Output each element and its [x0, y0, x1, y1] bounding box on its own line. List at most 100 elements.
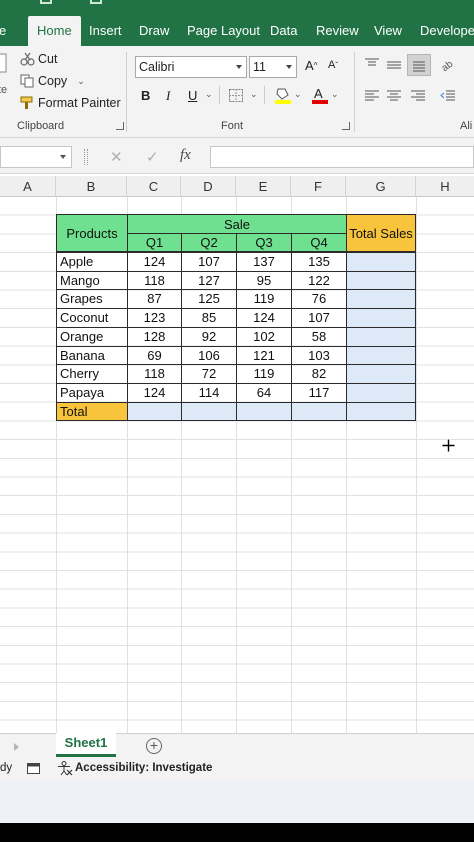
copy-button[interactable]: Copy ⌄	[20, 74, 85, 88]
column-header-c[interactable]: C	[127, 176, 181, 197]
chevron-down-icon[interactable]: ⌄	[294, 89, 302, 100]
quarter-header-cell[interactable]: Q3	[236, 233, 292, 252]
sale-value-cell[interactable]: 137	[236, 252, 292, 272]
sale-value-cell[interactable]: 119	[236, 364, 292, 384]
borders-icon[interactable]	[229, 89, 243, 102]
top-align-icon[interactable]	[364, 58, 380, 72]
quarter-header-cell[interactable]: Q2	[181, 233, 237, 252]
sale-value-cell[interactable]: 119	[236, 289, 292, 309]
clipboard-dialog-launcher-icon[interactable]	[116, 122, 124, 130]
font-size-combo[interactable]: 11	[249, 56, 297, 78]
middle-align-icon[interactable]	[386, 58, 402, 72]
sale-value-cell[interactable]: 92	[181, 327, 237, 347]
chevron-down-icon[interactable]: ⌄	[331, 89, 339, 100]
total-label-cell[interactable]: Total	[56, 402, 128, 421]
total-sales-header-cell[interactable]: Total Sales	[346, 214, 416, 252]
chevron-down-icon[interactable]: ⌄	[77, 76, 85, 87]
quarter-header-cell[interactable]: Q4	[291, 233, 347, 252]
quarter-header-cell[interactable]: Q1	[127, 233, 182, 252]
sale-value-cell[interactable]: 117	[291, 383, 347, 403]
italic-icon[interactable]: I	[166, 88, 170, 104]
column-header-e[interactable]: E	[236, 176, 291, 197]
sale-header-cell[interactable]: Sale	[127, 214, 347, 234]
tab-data[interactable]: Data	[270, 20, 297, 46]
increase-font-size-icon[interactable]: A ^	[305, 58, 317, 73]
product-cell[interactable]: Cherry	[56, 364, 128, 384]
total-sales-cell[interactable]	[346, 383, 416, 403]
sale-value-cell[interactable]: 87	[127, 289, 182, 309]
bottom-align-button[interactable]	[407, 54, 431, 76]
orientation-icon[interactable]: ab	[440, 58, 454, 72]
product-cell[interactable]: Orange	[56, 327, 128, 347]
decrease-indent-icon[interactable]	[440, 90, 456, 103]
sale-value-cell[interactable]: 107	[291, 308, 347, 328]
formula-bar-splitter[interactable]	[84, 149, 88, 165]
add-sheet-icon[interactable]: +	[146, 738, 162, 754]
sale-value-cell[interactable]: 125	[181, 289, 237, 309]
enter-icon[interactable]: ✓	[146, 148, 159, 166]
tab-file[interactable]: e	[0, 20, 6, 46]
sale-value-cell[interactable]: 72	[181, 364, 237, 384]
column-header-d[interactable]: D	[181, 176, 236, 197]
accessibility-status[interactable]: Accessibility: Investigate	[75, 762, 212, 774]
sale-value-cell[interactable]: 124	[127, 252, 182, 272]
scroll-left-icon[interactable]	[14, 743, 19, 751]
font-color-icon[interactable]: A	[311, 86, 329, 104]
grand-total-cell[interactable]	[346, 402, 416, 421]
column-header-g[interactable]: G	[346, 176, 416, 197]
sale-value-cell[interactable]: 82	[291, 364, 347, 384]
sale-value-cell[interactable]: 124	[236, 308, 292, 328]
product-cell[interactable]: Grapes	[56, 289, 128, 309]
save-icon[interactable]	[40, 0, 52, 4]
name-box[interactable]	[0, 146, 72, 168]
sale-value-cell[interactable]: 103	[291, 346, 347, 365]
tab-review[interactable]: Review	[316, 20, 359, 46]
sale-value-cell[interactable]: 76	[291, 289, 347, 309]
total-sales-cell[interactable]	[346, 364, 416, 384]
chevron-down-icon[interactable]: ⌄	[205, 89, 213, 100]
sale-value-cell[interactable]: 128	[127, 327, 182, 347]
tab-insert[interactable]: Insert	[89, 20, 122, 46]
tab-page-layout[interactable]: Page Layout	[187, 20, 260, 46]
total-quarter-cell[interactable]	[236, 402, 292, 421]
accessibility-icon[interactable]	[57, 761, 73, 776]
tab-draw[interactable]: Draw	[139, 20, 169, 46]
total-quarter-cell[interactable]	[181, 402, 237, 421]
cut-button[interactable]: Cut	[20, 52, 57, 66]
product-cell[interactable]: Apple	[56, 252, 128, 272]
sale-value-cell[interactable]: 58	[291, 327, 347, 347]
total-sales-cell[interactable]	[346, 327, 416, 347]
total-sales-cell[interactable]	[346, 252, 416, 272]
sale-value-cell[interactable]: 135	[291, 252, 347, 272]
product-cell[interactable]: Coconut	[56, 308, 128, 328]
sale-value-cell[interactable]: 127	[181, 271, 237, 290]
tab-developer[interactable]: Developer	[420, 20, 474, 46]
paste-button-label[interactable]: te	[0, 84, 7, 96]
sale-value-cell[interactable]: 114	[181, 383, 237, 403]
font-dialog-launcher-icon[interactable]	[342, 122, 350, 130]
sale-value-cell[interactable]: 123	[127, 308, 182, 328]
insert-function-icon[interactable]: fx	[180, 147, 191, 164]
sale-value-cell[interactable]: 85	[181, 308, 237, 328]
total-sales-cell[interactable]	[346, 346, 416, 365]
macro-recording-icon[interactable]	[27, 762, 40, 775]
sale-value-cell[interactable]: 118	[127, 271, 182, 290]
sale-value-cell[interactable]: 122	[291, 271, 347, 290]
format-painter-button[interactable]: Format Painter	[20, 96, 121, 110]
underline-icon[interactable]: U	[188, 88, 197, 103]
total-quarter-cell[interactable]	[291, 402, 347, 421]
sale-value-cell[interactable]: 121	[236, 346, 292, 365]
align-right-icon[interactable]	[410, 90, 426, 103]
formula-input[interactable]	[210, 146, 474, 168]
align-center-icon[interactable]	[386, 90, 402, 103]
fill-color-icon[interactable]	[274, 86, 292, 104]
cancel-icon[interactable]: ✕	[110, 148, 123, 166]
bold-icon[interactable]: B	[141, 88, 150, 103]
tab-view[interactable]: View	[374, 20, 402, 46]
font-name-combo[interactable]: Calibri	[135, 56, 247, 78]
align-left-icon[interactable]	[364, 90, 380, 103]
total-sales-cell[interactable]	[346, 308, 416, 328]
total-quarter-cell[interactable]	[127, 402, 182, 421]
product-cell[interactable]: Mango	[56, 271, 128, 290]
sale-value-cell[interactable]: 102	[236, 327, 292, 347]
